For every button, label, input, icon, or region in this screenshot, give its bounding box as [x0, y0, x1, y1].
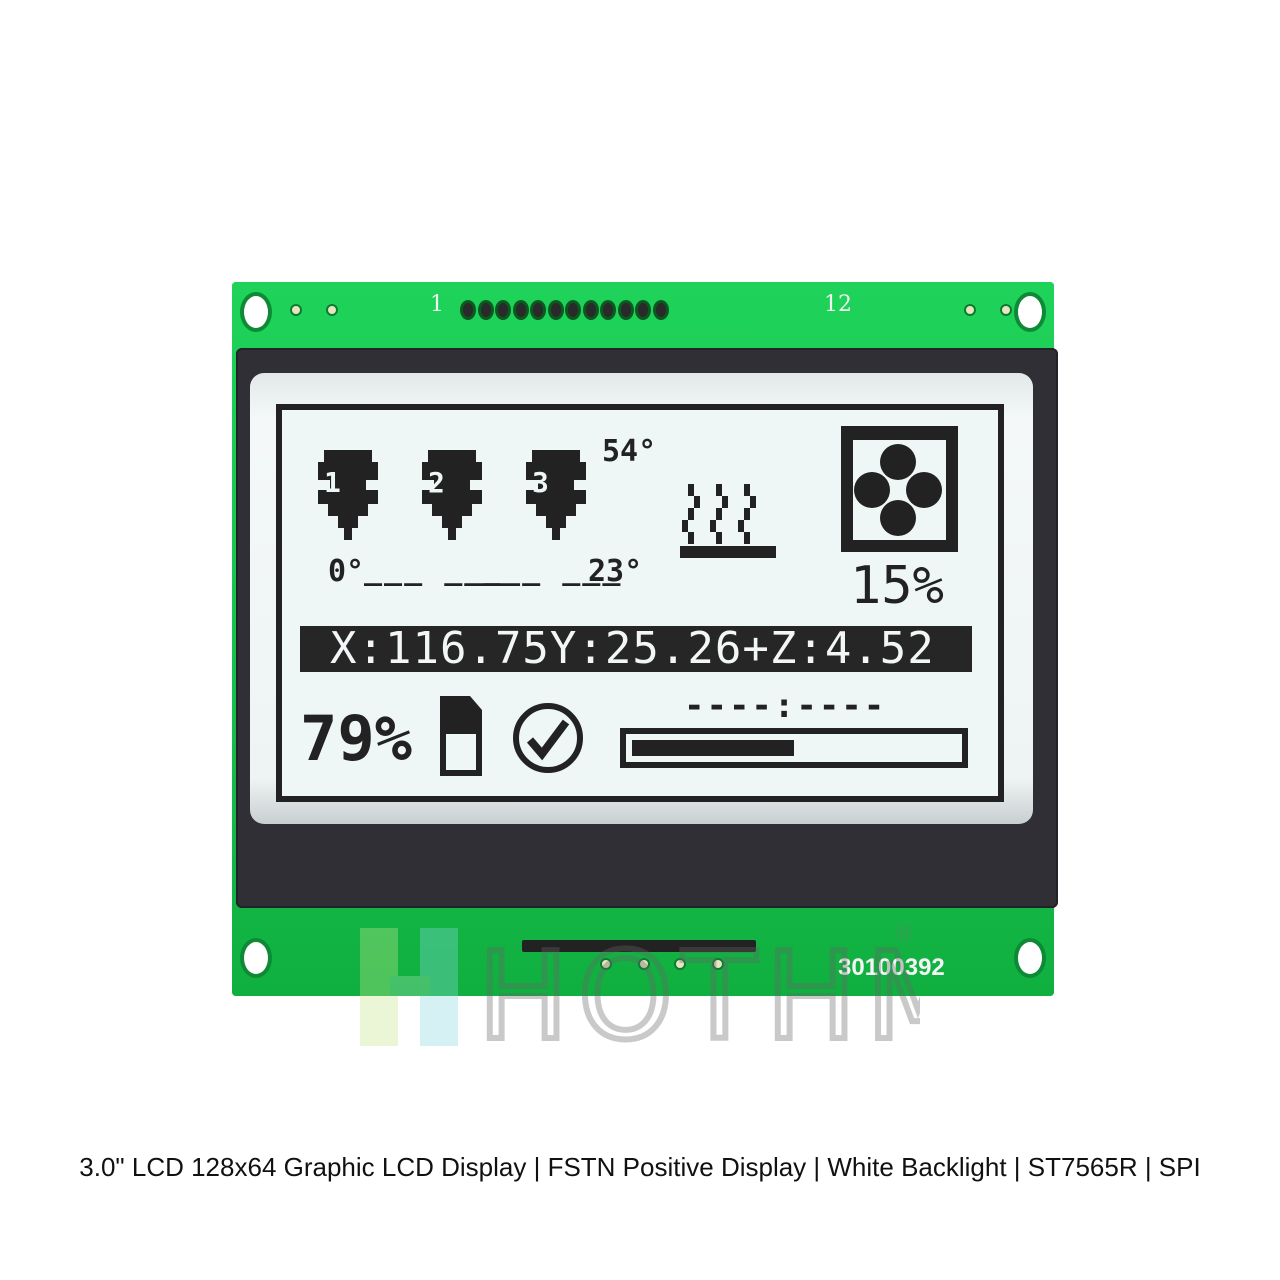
fan-icon: [841, 426, 958, 552]
connector-pin: [495, 300, 511, 320]
pin-12-label: 12: [824, 292, 852, 317]
coordinate-bar: X:116.75Y:25.26+Z:4.52: [300, 623, 972, 674]
registered-mark: ®: [892, 920, 916, 948]
progress-bar-fill: [632, 740, 794, 756]
connector-pin: [635, 300, 651, 320]
elapsed-time: ----:----: [684, 686, 887, 726]
watermark-text: HOTHMI: [478, 928, 920, 1050]
lcd-screen: 54° 0° ___ ___ ___ ___ 23° 1 2 3 15% X:1…: [276, 404, 1004, 802]
extruder3-temp: 23°: [588, 554, 643, 589]
mount-hole-bottom-left: [240, 938, 272, 978]
sd-card-icon: [440, 696, 482, 776]
connector-pin: [530, 300, 546, 320]
mount-hole-top-left: [240, 292, 272, 332]
progress-bar: [620, 728, 968, 768]
connector-pin: [652, 300, 669, 320]
connector-pin: [565, 300, 581, 320]
product-caption: 3.0" LCD 128x64 Graphic LCD Display | FS…: [79, 1152, 1201, 1182]
watermark-mark-bridge: [390, 976, 430, 996]
extruder3-label: 3: [532, 466, 549, 499]
pin-1-label: 1: [430, 292, 444, 317]
connector-pin: [582, 300, 599, 320]
mount-hole-bottom-right: [1014, 938, 1046, 978]
solder-pad: [964, 304, 976, 316]
connector-pin: [547, 300, 564, 320]
watermark-logo: HOTHMI ®: [360, 920, 920, 1050]
connector-pin: [477, 300, 494, 320]
extruder1-label: 1: [324, 466, 341, 499]
extruder2-label: 2: [428, 466, 445, 499]
print-progress-percent: 79%: [300, 702, 412, 775]
fan-speed: 15%: [850, 556, 944, 616]
extruder1-temp: 0°: [328, 554, 365, 589]
extruder3-target-temp: 54°: [602, 434, 657, 469]
solder-pad: [326, 304, 338, 316]
connector-pin: [512, 300, 529, 320]
solder-pad: [290, 304, 302, 316]
solder-pad: [1000, 304, 1012, 316]
coordinates-readout: X:116.75Y:25.26+Z:4.52: [330, 623, 935, 674]
connector-pin: [617, 300, 634, 320]
mount-hole-top-right: [1014, 292, 1046, 332]
check-circle-icon: [513, 703, 583, 773]
connector-pin: [460, 300, 476, 320]
heated-bed-icon: [680, 484, 776, 558]
connector-pin: [600, 300, 616, 320]
